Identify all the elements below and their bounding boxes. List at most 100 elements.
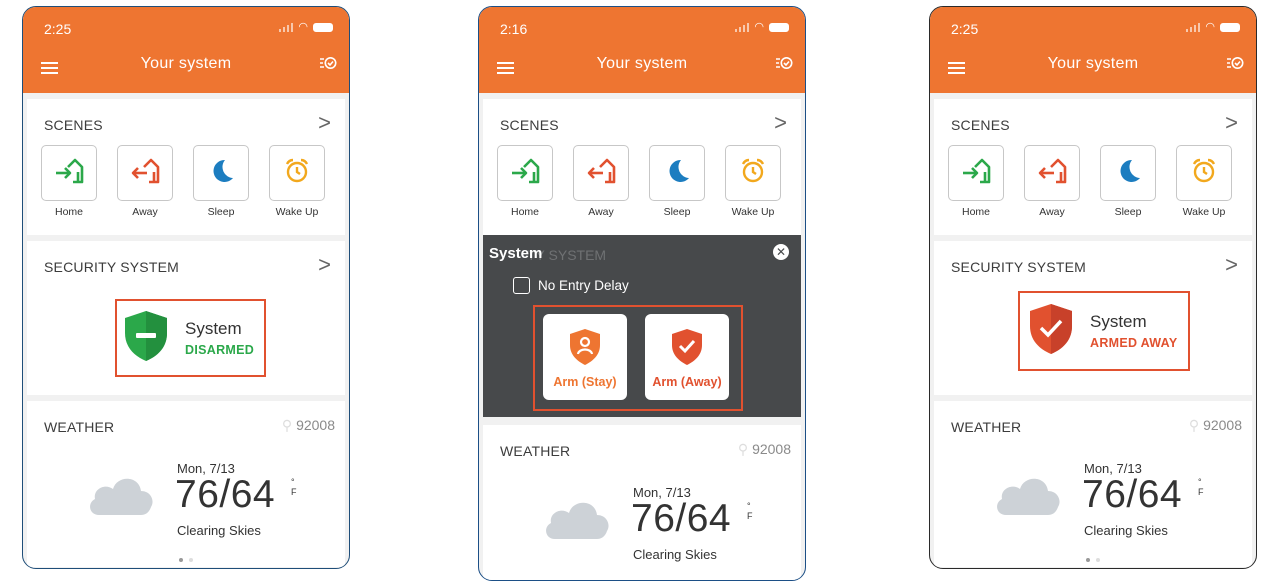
scene-label: Home [961, 206, 990, 218]
weather-zip: ⚲ 92008 [1188, 417, 1242, 433]
checklist-icon[interactable] [1226, 55, 1244, 75]
cloud-icon [992, 469, 1064, 522]
scene-sleep[interactable]: Sleep [649, 145, 705, 218]
weather-zip: ⚲ 92008 [281, 417, 335, 433]
system-status-button[interactable]: System ARMED AWAY [1018, 291, 1190, 371]
weather-description: Clearing Skies [1084, 523, 1168, 538]
weather-card: WEATHER ⚲ 92008 Mon, 7/13 76/64 ° F Clear… [934, 401, 1252, 567]
shield-person-icon [569, 328, 601, 371]
arm-stay-label: Arm (Stay) [553, 375, 617, 389]
system-status-button[interactable]: System DISARMED [115, 299, 266, 377]
arm-stay-button[interactable]: Arm (Stay) [543, 314, 627, 400]
home-leave-icon [586, 157, 616, 190]
weather-description: Clearing Skies [633, 547, 717, 562]
security-title: SECURITY SYSTEM [44, 259, 179, 275]
checkbox-box[interactable] [513, 277, 530, 294]
scene-label: Away [588, 206, 614, 218]
page-indicator [934, 549, 1252, 567]
wifi-icon: ◠ [298, 21, 308, 33]
weather-card: WEATHER ⚲ 92008 Mon, 7/13 76/64 ° F Clear… [483, 425, 801, 580]
alarm-clock-icon [283, 157, 311, 190]
chevron-right-icon[interactable]: > [318, 252, 331, 278]
weather-description: Clearing Skies [177, 523, 261, 538]
battery-icon [769, 22, 789, 32]
weather-temps: 76/64 [1082, 473, 1183, 516]
system-state: ARMED AWAY [1090, 336, 1178, 350]
phone-screen-disarmed: 2:25 ◠ Your system SCENES > Home Away Sl… [22, 6, 350, 569]
shield-armed-icon [1028, 302, 1074, 361]
status-time: 2:16 [500, 21, 528, 37]
scene-label: Wake Up [275, 206, 319, 218]
chevron-right-icon[interactable]: > [318, 110, 331, 136]
location-pin-icon: ⚲ [1188, 417, 1200, 433]
arm-away-button[interactable]: Arm (Away) [645, 314, 729, 400]
scene-away[interactable]: Away [573, 145, 629, 218]
battery-icon [313, 22, 333, 32]
temperature-unit: ° F [747, 501, 753, 521]
close-icon[interactable]: ✕ [773, 244, 789, 260]
cloud-icon [541, 493, 613, 546]
scene-sleep[interactable]: Sleep [1100, 145, 1156, 218]
scene-away[interactable]: Away [1024, 145, 1080, 218]
shield-check-icon [671, 328, 703, 371]
scene-wake-up[interactable]: Wake Up [1176, 145, 1232, 218]
phone-screen-armed-away: 2:25 ◠ Your system SCENES > Home Away Sl… [929, 6, 1257, 569]
scenes-card: SCENES > Home Away Sleep Wake Up [27, 99, 345, 235]
scene-label: Wake Up [1182, 206, 1226, 218]
checklist-icon[interactable] [319, 55, 337, 75]
wifi-icon: ◠ [1205, 21, 1215, 33]
scene-wake-up[interactable]: Wake Up [269, 145, 325, 218]
scene-home[interactable]: Home [497, 145, 553, 218]
chevron-right-icon[interactable]: > [1225, 110, 1238, 136]
scene-label: Sleep [1114, 206, 1142, 218]
location-pin-icon: ⚲ [737, 441, 749, 457]
scenes-title: SCENES [44, 117, 103, 133]
chevron-right-icon[interactable]: > [1225, 252, 1238, 278]
checklist-icon[interactable] [775, 55, 793, 75]
chevron-right-icon[interactable]: > [774, 110, 787, 136]
weather-temps: 76/64 [631, 497, 732, 540]
status-icons: ◠ [735, 22, 789, 33]
system-name: System [185, 319, 242, 338]
scene-label: Home [510, 206, 539, 218]
signal-icon [279, 22, 294, 32]
security-card: SECURITY SYSTEM > System ARMED AWAY [934, 241, 1252, 395]
battery-icon [1220, 22, 1240, 32]
temperature-unit: ° F [291, 477, 297, 497]
home-arrive-icon [54, 157, 84, 190]
scene-home[interactable]: Home [948, 145, 1004, 218]
scene-label: Away [132, 206, 158, 218]
shield-disarmed-icon [123, 309, 169, 368]
arm-away-label: Arm (Away) [652, 375, 722, 389]
moon-icon [207, 157, 235, 190]
scene-list: Home Away Sleep Wake Up [948, 145, 1232, 218]
app-header: 2:25 ◠ Your system [930, 7, 1256, 93]
system-name: System [1090, 312, 1147, 331]
scene-label: Sleep [207, 206, 235, 218]
home-arrive-icon [510, 157, 540, 190]
weather-title: WEATHER [500, 443, 571, 459]
scene-sleep[interactable]: Sleep [193, 145, 249, 218]
arm-options-sheet: TY SYSTEM System ✕ No Entry Delay Arm (S… [483, 235, 801, 417]
scenes-title: SCENES [951, 117, 1010, 133]
page-indicator [27, 549, 345, 567]
app-header: 2:16 ◠ Your system [479, 7, 805, 93]
scene-away[interactable]: Away [117, 145, 173, 218]
scene-wake-up[interactable]: Wake Up [725, 145, 781, 218]
scenes-card: SCENES > Home Away Sleep Wake Up [934, 99, 1252, 235]
scene-home[interactable]: Home [41, 145, 97, 218]
page-indicator [483, 573, 801, 580]
location-pin-icon: ⚲ [281, 417, 293, 433]
scene-label: Sleep [663, 206, 691, 218]
home-leave-icon [130, 157, 160, 190]
scene-label: Wake Up [731, 206, 775, 218]
app-header: 2:25 ◠ Your system [23, 7, 349, 93]
alarm-clock-icon [1190, 157, 1218, 190]
status-icons: ◠ [1186, 21, 1240, 33]
weather-title: WEATHER [951, 419, 1022, 435]
system-state: DISARMED [185, 343, 255, 357]
no-entry-delay-checkbox[interactable]: No Entry Delay [513, 277, 629, 294]
weather-card: WEATHER ⚲ 92008 Mon, 7/13 76/64 ° F Clear… [27, 401, 345, 567]
home-leave-icon [1037, 157, 1067, 190]
signal-icon [735, 22, 750, 32]
